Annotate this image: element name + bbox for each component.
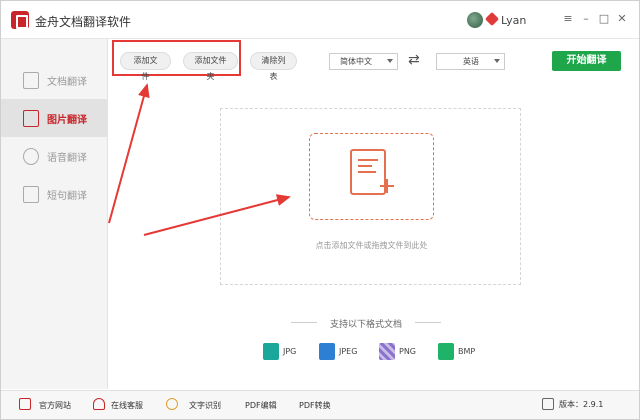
- app-window: 金舟文档翻译软件 Lyan ≡ – □ ✕ 文档翻译 图片翻译 语音翻译 短句翻…: [0, 0, 640, 420]
- arrow-to-add-file: [143, 194, 291, 236]
- annotation-arrows: [108, 83, 291, 236]
- arrow-to-toolbar: [108, 83, 150, 224]
